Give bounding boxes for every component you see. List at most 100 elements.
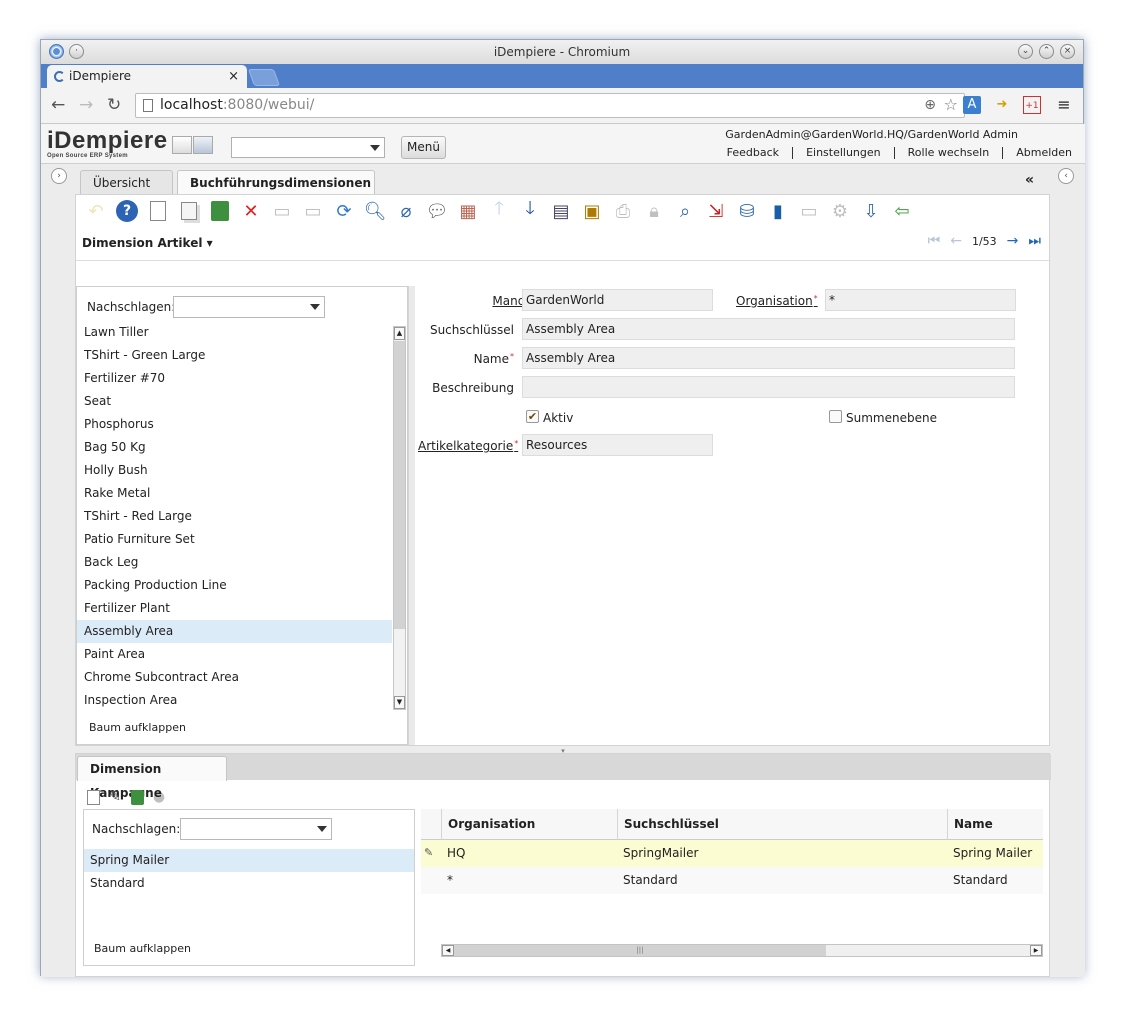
tree-item[interactable]: TShirt - Red Large bbox=[77, 505, 392, 528]
chrome-menu-icon[interactable]: ≡ bbox=[1055, 96, 1073, 114]
vertical-splitter[interactable] bbox=[408, 286, 415, 745]
scroll-right-icon[interactable]: ▶ bbox=[1030, 945, 1042, 956]
summary-level-checkbox[interactable] bbox=[829, 410, 842, 423]
new-window-button[interactable] bbox=[172, 136, 192, 154]
tree-item[interactable]: Rake Metal bbox=[77, 482, 392, 505]
settings-link[interactable]: Einstellungen bbox=[792, 147, 894, 159]
delete-selection-icon[interactable]: ✕ bbox=[237, 198, 265, 224]
feedback-link[interactable]: Feedback bbox=[714, 147, 792, 159]
save-icon[interactable]: ▭ bbox=[268, 198, 296, 224]
history-icon[interactable]: ▤ bbox=[547, 198, 575, 224]
product-info-icon[interactable]: ▮ bbox=[764, 198, 792, 224]
tree-item[interactable]: Paint Area bbox=[77, 643, 392, 666]
last-record-icon[interactable]: ⏭ bbox=[1028, 233, 1041, 249]
table-row[interactable]: * Standard Standard bbox=[421, 867, 1043, 894]
archive-icon[interactable]: ▣ bbox=[578, 198, 606, 224]
tree-item[interactable]: Patio Furniture Set bbox=[77, 528, 392, 551]
active-checkbox[interactable]: ✔ bbox=[526, 410, 539, 423]
expand-left-panel-icon[interactable]: › bbox=[51, 168, 67, 184]
grid-toggle-icon[interactable]: ▦ bbox=[454, 198, 482, 224]
scrollbar-thumb[interactable]: ||| bbox=[454, 945, 826, 956]
first-record-icon[interactable]: ⏮ bbox=[928, 233, 941, 249]
grid-horizontal-scrollbar[interactable]: ◀ ||| ▶ bbox=[441, 944, 1043, 957]
zoom-icon[interactable]: ⊕ bbox=[924, 94, 936, 117]
global-search-combo[interactable] bbox=[231, 137, 385, 158]
tree-item[interactable]: Fertilizer Plant bbox=[77, 597, 392, 620]
logout-link[interactable]: Abmelden bbox=[1002, 147, 1072, 159]
tab-campaign-dimension[interactable]: Dimension Kampagne bbox=[77, 756, 227, 800]
tree-item[interactable]: Assembly Area bbox=[77, 620, 392, 643]
tree-item[interactable]: Packing Production Line bbox=[77, 574, 392, 597]
maximize-button[interactable]: ⌃ bbox=[1039, 44, 1054, 59]
open-folder-button[interactable] bbox=[193, 136, 213, 154]
bookmark-star-icon[interactable]: ☆ bbox=[944, 93, 958, 116]
edit-row-icon[interactable]: ✎ bbox=[424, 840, 433, 866]
import-icon[interactable]: ⇦ bbox=[888, 198, 916, 224]
window-menu-button[interactable]: · bbox=[69, 44, 84, 59]
undo-icon[interactable]: ↶ bbox=[82, 198, 110, 224]
previous-record-icon[interactable]: ← bbox=[950, 233, 962, 249]
report-icon[interactable]: ▭ bbox=[795, 198, 823, 224]
copy-record-icon[interactable] bbox=[175, 198, 203, 224]
save-new-icon[interactable]: ▭ bbox=[299, 198, 327, 224]
scrollbar-thumb[interactable] bbox=[394, 341, 405, 629]
edit-record-icon[interactable]: ✎ bbox=[106, 788, 124, 806]
detail-expand-tree-link[interactable]: Baum aufklappen bbox=[94, 942, 191, 955]
switch-role-link[interactable]: Rolle wechseln bbox=[893, 147, 1003, 159]
back-arrow-icon[interactable]: ← bbox=[51, 95, 65, 115]
new-record-icon[interactable] bbox=[144, 198, 172, 224]
new-record-icon[interactable] bbox=[84, 788, 102, 806]
product-category-label[interactable]: Artikelkategorie* bbox=[418, 439, 518, 453]
tree-item[interactable]: TShirt - Green Large bbox=[77, 344, 392, 367]
column-header-search-key[interactable]: Suchschlüssel bbox=[617, 809, 947, 840]
tree-item[interactable]: Inspection Area bbox=[77, 689, 392, 712]
table-row[interactable]: ✎ HQ SpringMailer Spring Mailer bbox=[421, 840, 1043, 867]
new-tab-button[interactable] bbox=[247, 69, 281, 86]
detail-tree-item[interactable]: Standard bbox=[84, 872, 414, 895]
process-icon[interactable]: ⚙ bbox=[826, 198, 854, 224]
print-icon[interactable]: ⎙ bbox=[609, 198, 637, 224]
scroll-down-icon[interactable]: ▼ bbox=[394, 696, 405, 709]
mobile-extension-icon[interactable]: ➜ bbox=[993, 96, 1011, 114]
active-workflows-icon[interactable]: ⇲ bbox=[702, 198, 730, 224]
close-window-button[interactable]: × bbox=[1060, 44, 1075, 59]
tree-item[interactable]: Bag 50 Kg bbox=[77, 436, 392, 459]
product-category-field[interactable]: Resources bbox=[522, 434, 713, 456]
process-icon[interactable]: ● bbox=[150, 788, 168, 806]
scroll-up-icon[interactable]: ▲ bbox=[394, 327, 405, 340]
chat-icon[interactable]: 💬︎ bbox=[423, 198, 451, 224]
name-field[interactable]: Assembly Area bbox=[522, 347, 1015, 369]
description-field[interactable] bbox=[522, 376, 1015, 398]
record-title[interactable]: Dimension Artikel ▾ bbox=[82, 236, 213, 250]
plusone-extension-icon[interactable]: +1 bbox=[1023, 96, 1041, 114]
expand-tree-link[interactable]: Baum aufklappen bbox=[89, 721, 186, 734]
delete-record-icon[interactable] bbox=[206, 198, 234, 224]
attachment-icon[interactable]: ⌀ bbox=[392, 198, 420, 224]
export-icon[interactable]: ⇩ bbox=[857, 198, 885, 224]
search-key-field[interactable]: Assembly Area bbox=[522, 318, 1015, 340]
tree-scrollbar[interactable]: ▲ ▼ bbox=[393, 326, 406, 710]
forward-arrow-icon[interactable]: → bbox=[79, 95, 93, 115]
organisation-field[interactable]: * bbox=[825, 289, 1016, 311]
tree-search-combo[interactable] bbox=[173, 296, 325, 318]
reload-icon[interactable]: ↻ bbox=[107, 95, 121, 115]
parent-record-icon[interactable]: 🡑 bbox=[485, 198, 513, 224]
tree-item[interactable]: Phosphorus bbox=[77, 413, 392, 436]
tree-item[interactable]: Back Leg bbox=[77, 551, 392, 574]
help-icon[interactable]: ? bbox=[113, 198, 141, 224]
delete-record-icon[interactable] bbox=[128, 788, 146, 806]
tab-overview[interactable]: Übersicht (4) bbox=[80, 170, 173, 214]
find-icon[interactable]: 🔍︎ bbox=[361, 198, 389, 224]
tree-item[interactable]: Holly Bush bbox=[77, 459, 392, 482]
collapse-header-icon[interactable]: « bbox=[1025, 172, 1075, 188]
minimize-button[interactable]: ⌄ bbox=[1018, 44, 1033, 59]
zoom-across-icon[interactable]: ⌕ bbox=[671, 198, 699, 224]
lock-icon[interactable]: 🔒︎ bbox=[640, 198, 668, 224]
next-record-icon[interactable]: → bbox=[1007, 233, 1019, 249]
refresh-icon[interactable]: ⟳ bbox=[330, 198, 358, 224]
tab-accounting-dimensions[interactable]: Buchführungsdimensionen × bbox=[177, 170, 375, 214]
request-icon[interactable]: ⛁ bbox=[733, 198, 761, 224]
browser-tab[interactable]: iDempiere × bbox=[47, 65, 247, 88]
translate-extension-icon[interactable]: A bbox=[963, 96, 981, 114]
organisation-label[interactable]: Organisation* bbox=[736, 294, 818, 308]
